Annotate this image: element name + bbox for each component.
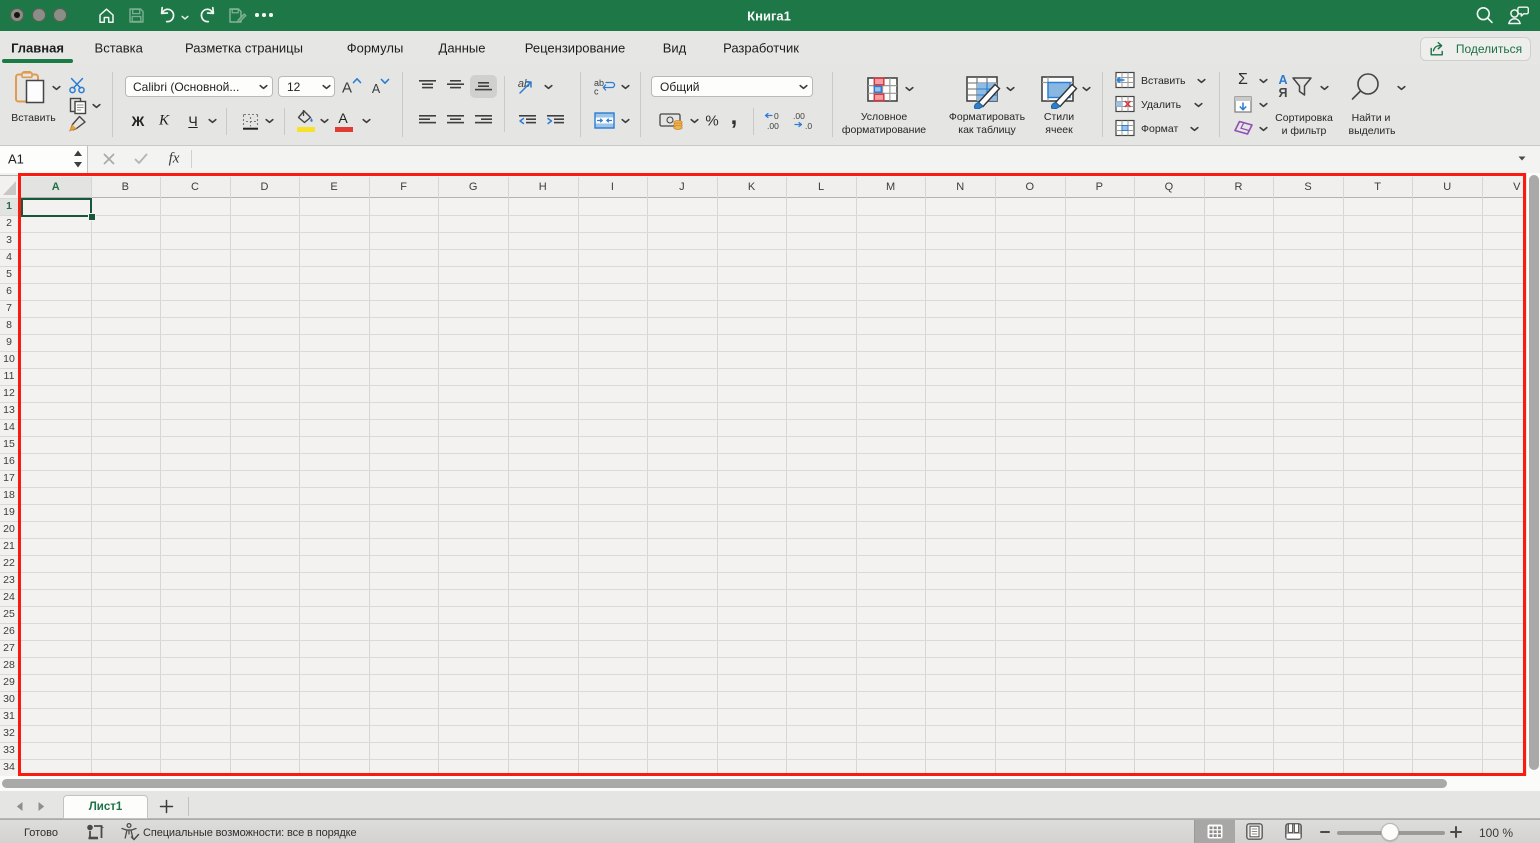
svg-text:c: c: [594, 87, 599, 96]
svg-text:0: 0: [774, 111, 779, 121]
svg-text:.00: .00: [793, 111, 805, 121]
svg-text:.00: .00: [767, 121, 779, 130]
svg-text:.0: .0: [805, 121, 812, 130]
